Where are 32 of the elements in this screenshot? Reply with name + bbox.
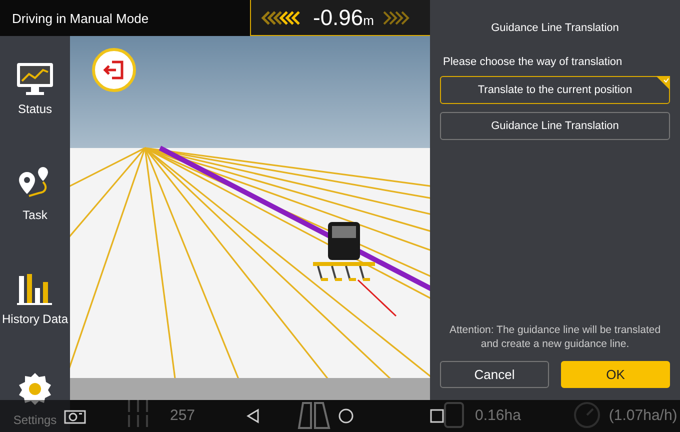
dialog-title: Guidance Line Translation <box>490 22 620 34</box>
check-corner-icon <box>656 76 670 90</box>
recents-icon[interactable] <box>430 409 444 423</box>
toolbar-reading: 257 <box>170 406 196 424</box>
mode-title: Driving in Manual Mode <box>11 10 150 26</box>
tractor-drawing <box>313 222 375 281</box>
monitor-chart-icon <box>16 62 54 96</box>
cancel-button[interactable]: Cancel <box>440 361 549 388</box>
sidebar-item[interactable]: History Data <box>2 312 68 326</box>
gauge-icon <box>572 401 601 429</box>
lane-marks-icon <box>126 400 150 430</box>
toolbar-reading: (1.07ha/h) <box>608 406 678 424</box>
sidebar-item[interactable]: Settings <box>13 413 57 427</box>
sidebar-item[interactable]: Status <box>18 102 52 116</box>
area-icon <box>443 401 466 429</box>
field-blocks-icon <box>295 401 332 429</box>
camera-icon[interactable] <box>64 408 86 424</box>
home-icon[interactable] <box>338 408 354 424</box>
attention-text: Attention: The guidance line will be translated and create a new guidance line. <box>448 323 662 351</box>
right-chevrons-icon <box>382 10 412 24</box>
dialog-prompt: Please choose the way of translation <box>443 56 624 68</box>
gear-icon <box>17 371 53 407</box>
sidebar-item[interactable]: Task <box>22 208 48 222</box>
exit-icon <box>103 59 125 81</box>
option-button[interactable]: Translate to the current position <box>440 76 670 104</box>
option-button[interactable]: Guidance Line Translation <box>440 112 670 140</box>
back-icon[interactable] <box>246 408 260 424</box>
heading-line <box>357 279 397 317</box>
bar-chart-icon <box>16 272 54 306</box>
toolbar-reading: 0.16ha <box>475 406 521 424</box>
ok-button[interactable]: OK <box>561 361 670 388</box>
offset-reading: -0.96m <box>313 4 374 30</box>
